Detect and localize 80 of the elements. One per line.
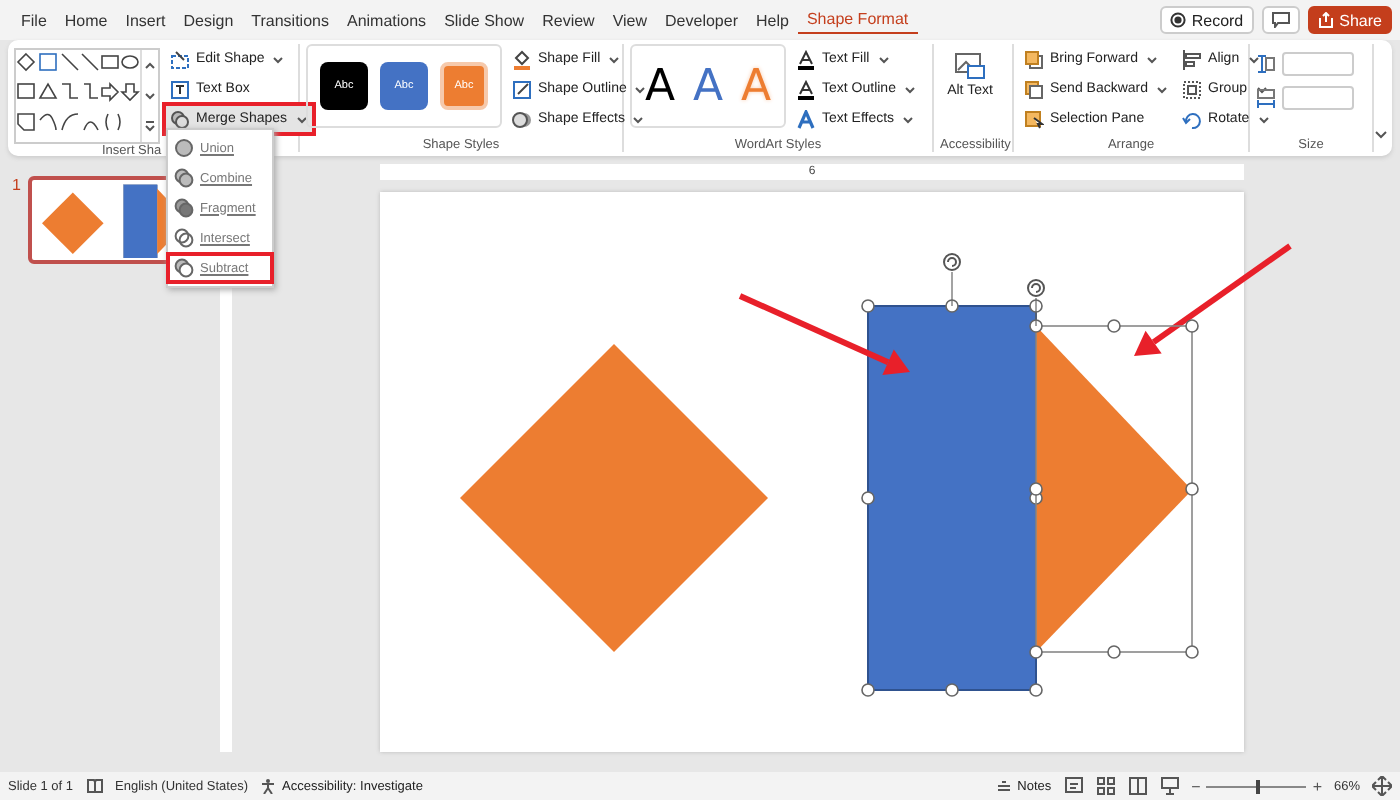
caret-icon [877, 55, 890, 63]
send-backward-icon [1024, 79, 1044, 99]
ribbon-tab[interactable]: Transitions [242, 7, 338, 33]
caret-icon [608, 55, 621, 63]
fragment-icon [174, 198, 194, 218]
selection-pane-icon [1024, 109, 1044, 129]
chevron-icon [1374, 130, 1388, 140]
chevron-icon [144, 119, 156, 131]
normal-view-icon [1063, 776, 1084, 796]
caret-icon [1257, 115, 1270, 123]
ribbon-tab[interactable]: Design [174, 7, 243, 33]
zoom-in-button[interactable]: + [1312, 777, 1322, 795]
alt-text-icon [954, 52, 986, 80]
text-box-icon [170, 79, 190, 99]
pencil-icon [512, 79, 532, 99]
slide-number: 1 [12, 176, 21, 194]
caret-icon [1255, 85, 1267, 93]
merge-shapes-icon [170, 109, 190, 129]
caret-icon [632, 115, 645, 123]
caret-icon [272, 55, 285, 63]
record-icon [1169, 12, 1186, 28]
presenter-icon [1159, 776, 1180, 796]
accessibility-icon [260, 778, 277, 794]
group-icon [1182, 79, 1203, 99]
record-button[interactable]: Record [1159, 6, 1254, 34]
edit-shape-icon [170, 49, 190, 69]
ribbon-tab[interactable]: Animations [337, 7, 436, 33]
comments-button[interactable] [1261, 6, 1300, 34]
combine-icon [174, 168, 194, 188]
comment-icon [1271, 12, 1290, 28]
ribbon-tab[interactable]: View [603, 7, 657, 33]
paint-bucket-icon [512, 49, 532, 69]
union-icon [174, 138, 194, 158]
diamond-shape[interactable] [460, 344, 768, 652]
notes-icon [995, 779, 1012, 793]
view-button[interactable] [1063, 776, 1084, 796]
ribbon-tab[interactable]: Developer [656, 7, 747, 33]
width-icon [1256, 88, 1276, 108]
chevron-icon [144, 59, 156, 71]
view-button[interactable] [1159, 776, 1180, 796]
chevron-icon [144, 89, 156, 101]
selection-handles[interactable] [1027, 279, 1199, 659]
caret-icon [903, 85, 916, 93]
share-button[interactable]: Share [1307, 6, 1392, 34]
fit-slide-button[interactable] [1372, 776, 1392, 796]
ribbon-tab[interactable]: Home [55, 7, 117, 33]
caret-icon [1145, 55, 1158, 63]
zoom-out-button[interactable]: − [1191, 777, 1201, 795]
triangle-shape[interactable] [1036, 326, 1192, 652]
text-effects-icon [796, 109, 816, 129]
ribbon-tab[interactable]: File [12, 7, 56, 33]
slider-thumb[interactable] [1256, 779, 1261, 793]
wordart-style[interactable]: A [688, 61, 728, 111]
fit-icon [1372, 776, 1392, 796]
reading-view-icon [1127, 776, 1148, 796]
view-button[interactable] [1127, 776, 1148, 796]
ribbon-tab[interactable]: Help [747, 7, 798, 33]
ribbon-tab[interactable]: Slide Show [435, 7, 534, 33]
bring-forward-icon [1024, 49, 1044, 69]
caret-icon [1156, 85, 1169, 93]
subtract-icon [174, 258, 194, 278]
ribbon-tab[interactable]: Shape Format [797, 6, 918, 34]
caret-icon [1247, 55, 1260, 63]
ribbon-tab[interactable]: Insert [116, 7, 175, 33]
share-icon [1317, 12, 1334, 28]
align-icon [1182, 49, 1203, 69]
caret-icon [295, 115, 308, 123]
text-outline-icon [796, 79, 816, 99]
caret-icon [634, 85, 647, 93]
text-fill-icon [796, 49, 816, 69]
slide-sorter-icon [1095, 776, 1116, 796]
book-icon [85, 778, 104, 794]
shape-effects-icon [512, 109, 532, 129]
rotate-icon [1182, 109, 1203, 129]
caret-icon [902, 115, 915, 123]
selection-handles[interactable] [861, 253, 1043, 697]
view-button[interactable] [1095, 776, 1116, 796]
ribbon-tab[interactable]: Review [533, 7, 604, 33]
height-icon [1256, 54, 1276, 74]
intersect-icon [174, 228, 194, 248]
